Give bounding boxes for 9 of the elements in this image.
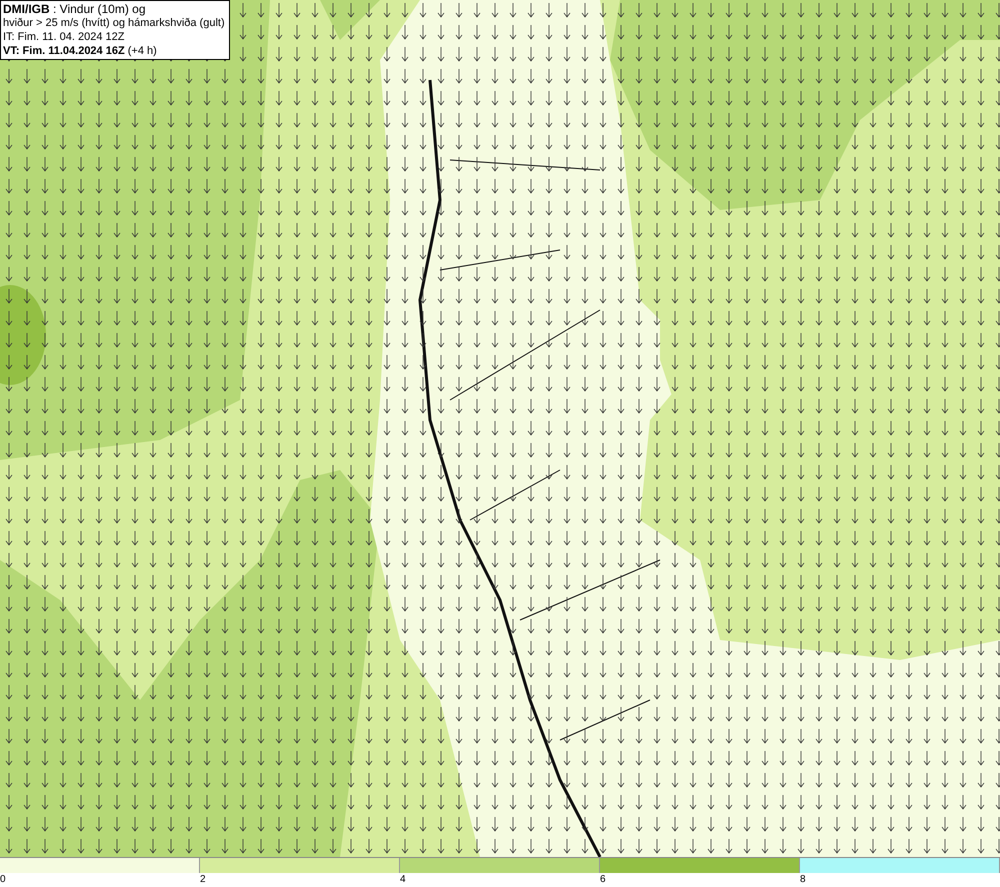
- legend-text: VT: Fim. 11.04.2024 16Z (+4 h): [3, 44, 158, 58]
- colorbar-tick-label: 6: [600, 874, 606, 885]
- legend-text: hviður > 25 m/s (hvítt) og hámarkshviða (gult): [3, 16, 226, 30]
- legend-text: DMI/IGB : Vindur (10m) og: [3, 2, 146, 16]
- colorbar-tick-label: 0: [0, 874, 6, 885]
- colorbar-tick-label: 8: [800, 874, 806, 885]
- colorbar-tick-label: 2: [200, 874, 206, 885]
- legend-text: IT: Fim. 11. 04. 2024 12Z: [3, 30, 126, 44]
- colorbar-tick-label: 4: [400, 874, 406, 885]
